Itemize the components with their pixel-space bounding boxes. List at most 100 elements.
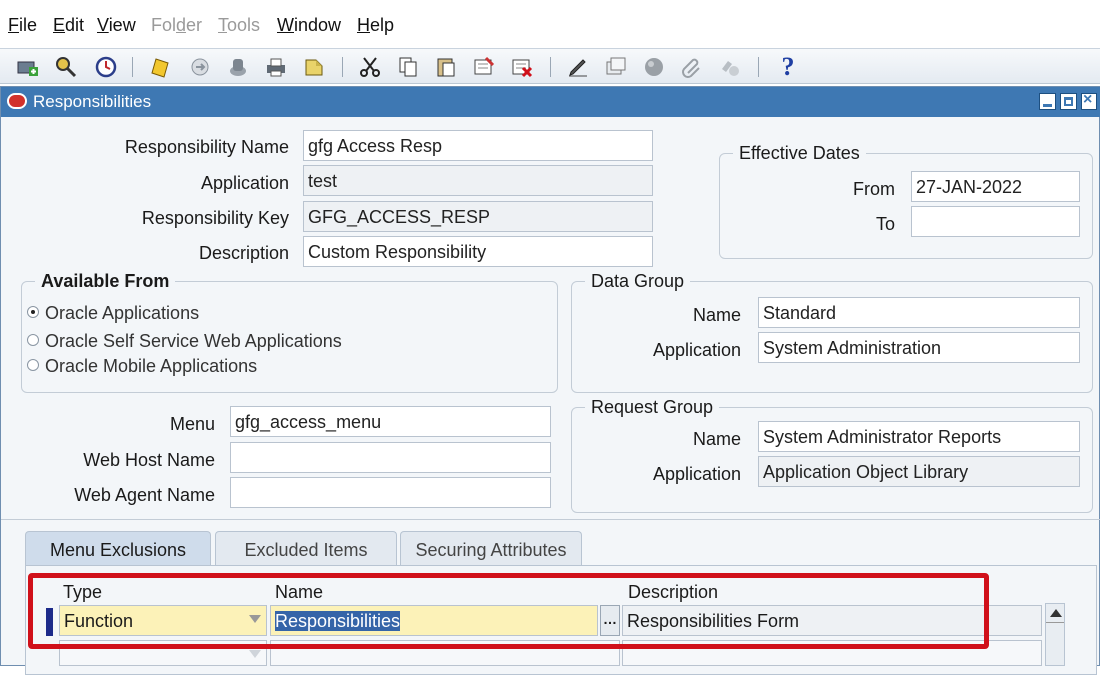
window-titlebar: Responsibilities × <box>1 87 1100 117</box>
web-agent-field[interactable] <box>230 477 551 508</box>
menu-tools[interactable]: Tools <box>218 15 260 36</box>
toolbar: ? <box>0 48 1100 84</box>
description-value: Responsibilities Form <box>627 611 800 631</box>
window-title: Responsibilities <box>33 92 152 111</box>
zoom-icon[interactable] <box>602 53 630 81</box>
request-group-name-label: Name <box>692 429 741 449</box>
print-icon[interactable] <box>262 53 290 81</box>
delete-record-icon[interactable] <box>508 53 536 81</box>
radio-label: Oracle Mobile Applications <box>45 356 258 376</box>
name-value: Responsibilities <box>275 611 401 631</box>
data-group-application-label: Application <box>652 340 741 360</box>
cut-icon[interactable] <box>356 53 384 81</box>
name-cell[interactable]: Responsibilities <box>270 605 598 636</box>
available-from-title: Available From <box>35 271 176 292</box>
from-label: From <box>853 179 895 199</box>
request-group-application-field[interactable]: Application Object Library <box>758 456 1080 487</box>
responsibility-name-label: Responsibility Name <box>124 137 289 157</box>
request-group-title: Request Group <box>585 397 720 418</box>
type-cell[interactable]: Function <box>59 605 267 636</box>
responsibility-key-label: Responsibility Key <box>141 208 289 228</box>
responsibilities-window: Responsibilities × Responsibility Name g… <box>0 86 1100 675</box>
lov-glyph: … <box>603 611 617 627</box>
column-header-type: Type <box>63 582 103 602</box>
new-icon[interactable] <box>14 53 42 81</box>
menu-help[interactable]: Help <box>357 15 394 36</box>
description-cell[interactable]: Responsibilities Form <box>622 605 1042 636</box>
oracle-logo-icon <box>7 93 27 109</box>
responsibility-key-field[interactable]: GFG_ACCESS_RESP <box>303 201 653 232</box>
switch-responsibility-icon[interactable] <box>224 53 252 81</box>
type-dropdown-icon[interactable] <box>249 650 261 658</box>
list-of-values-button[interactable]: … <box>600 605 620 636</box>
save-icon[interactable] <box>146 53 174 81</box>
copy-icon[interactable] <box>394 53 422 81</box>
close-icon[interactable]: × <box>1081 91 1097 110</box>
radio-selected-icon <box>27 306 39 318</box>
effective-dates-title: Effective Dates <box>733 143 866 164</box>
radio-label: Oracle Applications <box>45 303 200 323</box>
radio-unselected-icon <box>27 334 39 346</box>
radio-unselected-icon <box>27 359 39 371</box>
application-label: Application <box>200 173 289 193</box>
edit-field-icon[interactable] <box>564 53 592 81</box>
next-step-icon[interactable] <box>186 53 214 81</box>
section-divider <box>1 519 1100 520</box>
menu-window[interactable]: Window <box>277 15 341 36</box>
tab-securing-attributes[interactable]: Securing Attributes <box>400 531 582 567</box>
scroll-up-icon[interactable] <box>1050 609 1062 617</box>
to-date-field[interactable] <box>911 206 1080 237</box>
radio-self-service[interactable]: Oracle Self Service Web Applications <box>27 331 342 352</box>
radio-label: Oracle Self Service Web Applications <box>45 331 342 351</box>
data-group-name-field[interactable]: Standard <box>758 297 1080 328</box>
data-group-application-field[interactable]: System Administration <box>758 332 1080 363</box>
request-group-name-field[interactable]: System Administrator Reports <box>758 421 1080 452</box>
menu-field[interactable]: gfg_access_menu <box>230 406 551 437</box>
request-group-application-label: Application <box>652 464 741 484</box>
maximize-icon[interactable] <box>1060 93 1077 110</box>
new-record-icon[interactable] <box>470 53 498 81</box>
attachments-icon[interactable] <box>678 53 706 81</box>
tab-excluded-items[interactable]: Excluded Items <box>215 531 397 567</box>
minimize-icon[interactable] <box>1039 93 1056 110</box>
scrollbar-divider <box>1046 622 1064 623</box>
menu-folder[interactable]: Folder <box>151 15 202 36</box>
close-form-icon[interactable] <box>300 53 328 81</box>
find-icon[interactable] <box>52 53 80 81</box>
description-cell-empty[interactable] <box>622 640 1042 666</box>
data-group-title: Data Group <box>585 271 691 292</box>
to-label: To <box>875 214 895 234</box>
radio-mobile[interactable]: Oracle Mobile Applications <box>27 356 257 377</box>
type-value: Function <box>64 611 134 631</box>
help-icon[interactable]: ? <box>774 52 802 81</box>
tab-menu-exclusions[interactable]: Menu Exclusions <box>25 531 211 569</box>
navigator-icon[interactable] <box>92 53 120 81</box>
description-label: Description <box>198 243 289 263</box>
current-record-indicator <box>46 608 53 636</box>
web-agent-label: Web Agent Name <box>74 485 215 505</box>
translations-icon[interactable] <box>640 53 668 81</box>
column-header-name: Name <box>275 582 324 602</box>
type-dropdown-icon[interactable] <box>249 615 261 623</box>
paste-icon[interactable] <box>432 53 460 81</box>
menu-label: Menu <box>169 414 215 434</box>
type-cell-empty[interactable] <box>59 640 267 666</box>
description-field[interactable]: Custom Responsibility <box>303 236 653 267</box>
menu-file-rest: ile <box>19 15 38 35</box>
folder-tools-icon[interactable] <box>716 53 744 81</box>
menu-bar: File Edit View Folder Tools Window Help <box>0 0 1100 48</box>
responsibility-name-field[interactable]: gfg Access Resp <box>303 130 653 161</box>
menu-edit[interactable]: Edit <box>53 15 84 36</box>
menu-file[interactable]: File <box>8 15 37 36</box>
column-header-description: Description <box>628 582 719 602</box>
radio-oracle-applications[interactable]: Oracle Applications <box>27 303 199 324</box>
web-host-label: Web Host Name <box>83 450 215 470</box>
menu-view[interactable]: View <box>97 15 136 36</box>
data-group-name-label: Name <box>692 305 741 325</box>
table-scrollbar[interactable] <box>1045 603 1065 666</box>
application-field[interactable]: test <box>303 165 653 196</box>
from-date-field[interactable]: 27-JAN-2022 <box>911 171 1080 202</box>
name-cell-empty[interactable] <box>270 640 620 666</box>
help-glyph: ? <box>781 52 795 81</box>
web-host-field[interactable] <box>230 442 551 473</box>
